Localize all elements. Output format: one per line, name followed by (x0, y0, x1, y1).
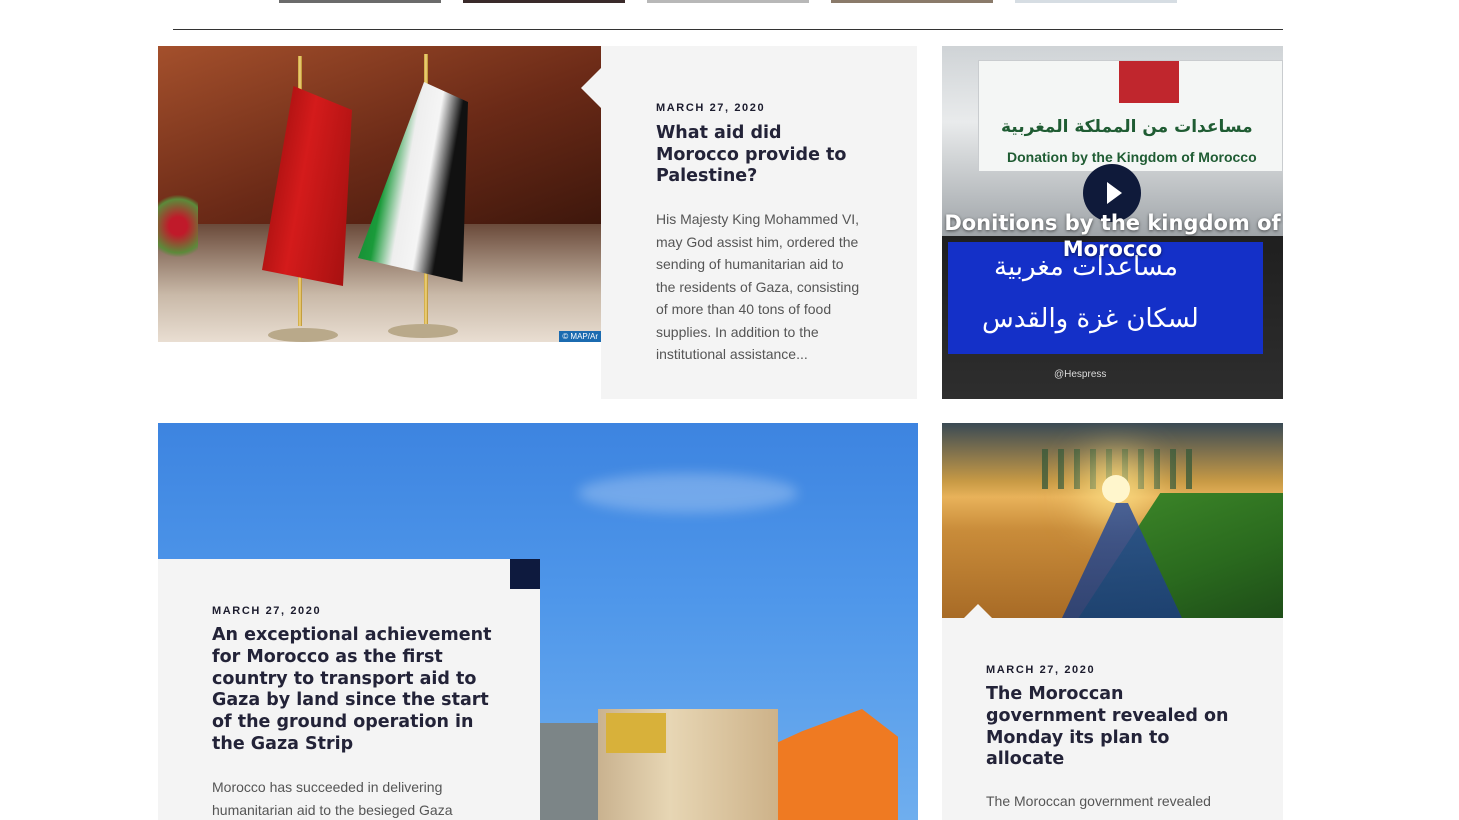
aid-box (606, 713, 666, 753)
article-excerpt: The Moroccan government revealed (986, 793, 1211, 809)
airplane-tail (540, 723, 600, 820)
morocco-flag (1119, 61, 1179, 103)
article-excerpt: His Majesty King Mohammed VI, may God as… (656, 211, 860, 362)
top-thumbnail-strip (0, 0, 1459, 4)
social-handle: @Hespress (1054, 369, 1107, 380)
video-title[interactable]: Donitions by the kingdom of Morocco (942, 210, 1283, 262)
cloud (578, 473, 798, 513)
image-credit: © MAP/Ar (559, 331, 601, 342)
thumbnail-2[interactable] (463, 0, 625, 3)
article-image-flags[interactable]: © MAP/Ar (158, 46, 601, 342)
flag-base (388, 324, 458, 338)
caption-arabic-line-2: لسكان غزة والقدس (982, 304, 1199, 334)
article-title[interactable]: An exceptional achievement for Morocco a… (212, 625, 492, 756)
article-image-desert-energy[interactable] (942, 423, 1283, 618)
flag-base (268, 328, 338, 342)
section-divider (173, 29, 1283, 30)
panel-notch (581, 68, 601, 108)
sun (1102, 475, 1130, 503)
play-icon (1107, 182, 1122, 204)
article-card-3: MARCH 27, 2020 The Moroccan government r… (942, 604, 1283, 820)
accent-square (510, 559, 540, 589)
article-excerpt: Morocco has succeeded in delivering huma… (212, 779, 453, 818)
forklift (778, 709, 898, 820)
thumbnail-3[interactable] (647, 0, 809, 3)
article-title[interactable]: What aid did Morocco provide to Palestin… (656, 123, 856, 188)
donation-sign: مساعدات من المملكة المغربية Donation by … (978, 60, 1283, 172)
roses (158, 186, 198, 266)
panel-notch (964, 604, 992, 618)
sofa-background (158, 46, 601, 224)
article-card-2: MARCH 27, 2020 An exceptional achievemen… (158, 559, 540, 820)
thumbnail-1[interactable] (279, 0, 441, 3)
article-date: MARCH 27, 2020 (656, 102, 766, 114)
thumbnail-4[interactable] (831, 0, 993, 3)
article-card-1: MARCH 27, 2020 What aid did Morocco prov… (581, 46, 917, 399)
article-date: MARCH 27, 2020 (986, 664, 1096, 676)
article-date: MARCH 27, 2020 (212, 605, 322, 617)
sign-arabic-text: مساعدات من المملكة المغربية (1001, 117, 1253, 137)
article-title[interactable]: The Moroccan government revealed on Mond… (986, 684, 1236, 771)
video-card[interactable]: مساعدات من المملكة المغربية Donation by … (942, 46, 1283, 399)
sign-english-text: Donation by the Kingdom of Morocco (1007, 149, 1257, 165)
thumbnail-5[interactable] (1015, 0, 1177, 3)
